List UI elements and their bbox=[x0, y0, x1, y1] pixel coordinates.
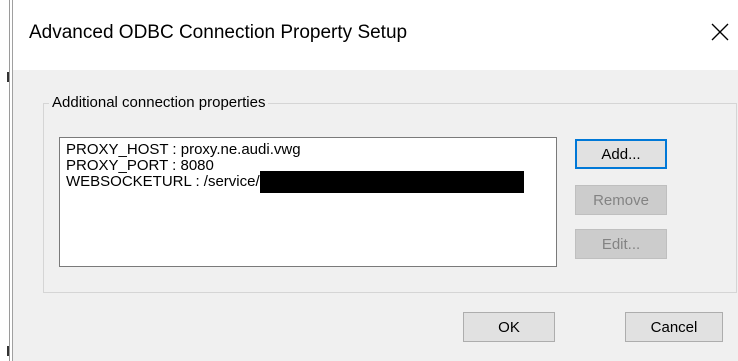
list-item-websocketurl[interactable]: WEBSOCKETURL : /service/ bbox=[66, 171, 550, 193]
background-window-border bbox=[9, 0, 10, 361]
list-item-text: WEBSOCKETURL : /service/ bbox=[66, 173, 260, 190]
background-window-marker bbox=[7, 72, 9, 82]
close-icon bbox=[711, 23, 729, 41]
redaction-block bbox=[259, 171, 524, 193]
list-item-proxy-host[interactable]: PROXY_HOST : proxy.ne.audi.vwg bbox=[66, 142, 550, 158]
title-bar: Advanced ODBC Connection Property Setup bbox=[13, 0, 738, 70]
group-label: Additional connection properties bbox=[49, 94, 269, 111]
odbc-property-dialog: Advanced ODBC Connection Property Setup … bbox=[12, 0, 738, 361]
add-button[interactable]: Add... bbox=[575, 139, 667, 169]
dialog-title: Advanced ODBC Connection Property Setup bbox=[29, 22, 408, 43]
background-window-marker bbox=[7, 346, 9, 356]
remove-button[interactable]: Remove bbox=[575, 185, 667, 215]
cancel-button[interactable]: Cancel bbox=[625, 312, 723, 342]
list-item-text: PROXY_HOST : proxy.ne.audi.vwg bbox=[66, 141, 301, 158]
list-item-text: PROXY_PORT : 8080 bbox=[66, 157, 214, 174]
properties-listbox[interactable]: PROXY_HOST : proxy.ne.audi.vwg PROXY_POR… bbox=[59, 137, 557, 267]
ok-button[interactable]: OK bbox=[463, 312, 555, 342]
close-button[interactable] bbox=[702, 14, 738, 50]
edit-button[interactable]: Edit... bbox=[575, 229, 667, 259]
